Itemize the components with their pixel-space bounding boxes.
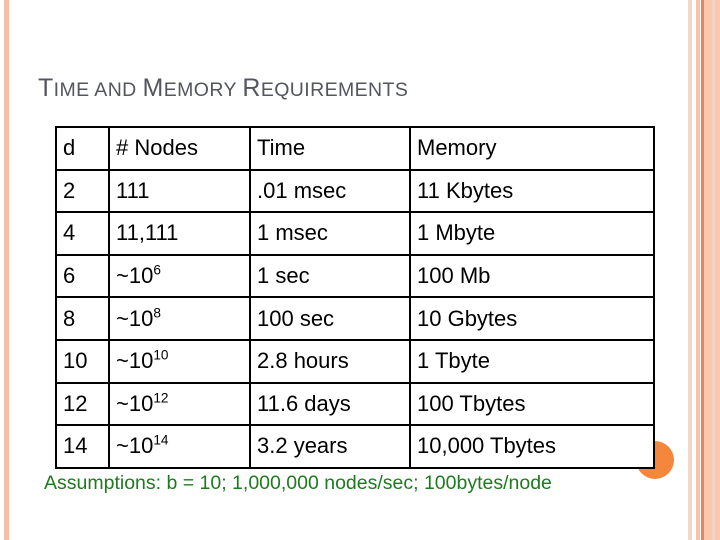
cell-memory: 11 Kbytes: [409, 168, 655, 214]
table-row: 10 ~1010 2.8 hours 1 Tbyte: [55, 338, 655, 384]
cell-node-count: 111: [108, 168, 251, 214]
cell-memory: 1 Mbyte: [409, 211, 655, 256]
exponent: 14: [153, 433, 169, 449]
table-row: 12 ~1012 11.6 days 100 Tbytes: [55, 381, 655, 427]
column-header-memory: Memory: [409, 126, 655, 171]
column-header-time: Time: [249, 126, 411, 171]
table-row: 2 111.01 msec 11 Kbytes: [55, 168, 655, 214]
cell-time: .01 msec: [249, 168, 411, 214]
title-segment-5: R: [242, 74, 261, 102]
title-segment-1: IME: [53, 79, 95, 101]
cell-depth: 8: [55, 296, 110, 341]
cell-node-count: 11,111: [108, 211, 251, 256]
title-segment-2: AND: [94, 79, 143, 101]
column-header-nodes: # Nodes: [108, 126, 251, 171]
table-header-row: d # Nodes Time Memory: [55, 126, 655, 171]
right-edge-stripe-1: [688, 0, 692, 540]
right-edge-stripe-7: [715, 0, 720, 540]
cell-depth: 12: [55, 381, 110, 427]
title-segment-3: M: [142, 74, 164, 102]
cell-memory: 1 Tbyte: [409, 338, 655, 384]
cell-node-count: ~1012: [108, 381, 251, 427]
cell-memory: 100 Mb: [409, 253, 655, 299]
slide-canvas: TIME AND MEMORY REQUIREMENTS d # Nodes Tim…: [0, 0, 720, 540]
cell-depth: 4: [55, 211, 110, 256]
cell-time: 3.2 years: [249, 424, 411, 469]
title-segment-0: T: [38, 74, 54, 102]
table-row: 14 ~1014 3.2 years 10,000 Tbytes: [55, 424, 655, 469]
table-row: 6 ~106 1 sec 100 Mb: [55, 253, 655, 299]
table-row: 8 ~108 100 sec 10 Gbytes: [55, 296, 655, 341]
cell-time: 100 sec: [249, 296, 411, 341]
assumptions-note: Assumptions: b = 10; 1,000,000 nodes/sec…: [44, 472, 552, 494]
column-header-d: d: [55, 126, 110, 171]
cell-depth: 14: [55, 424, 110, 469]
title-segment-6: EQUIREMENTS: [260, 79, 409, 101]
exponent: 8: [153, 305, 161, 321]
cell-memory: 10 Gbytes: [409, 296, 655, 341]
cell-depth: 2: [55, 168, 110, 214]
table-row: 4 11,111 1 msec 1 Mbyte: [55, 211, 655, 256]
exponent: 10: [153, 347, 169, 363]
requirements-table: d # Nodes Time Memory 2 111.01 msec 11 Kbytes 4…: [55, 126, 655, 469]
cell-memory: 10,000 Tbytes: [409, 424, 655, 469]
left-edge-stripe: [4, 0, 9, 540]
cell-time: 2.8 hours: [249, 338, 411, 384]
right-edge-stripe-3: [696, 0, 700, 540]
cell-memory: 100 Tbytes: [409, 381, 655, 427]
title-segment-4: EMORY: [163, 79, 243, 101]
slide-title: TIME AND MEMORY REQUIREMENTS: [38, 74, 408, 103]
cell-depth: 6: [55, 253, 110, 299]
right-edge-stripe-5: [704, 0, 712, 540]
cell-time: 1 msec: [249, 211, 411, 256]
cell-node-count: ~1014: [108, 424, 251, 469]
exponent: 12: [153, 390, 169, 406]
cell-node-count: ~1010: [108, 338, 251, 384]
exponent: 6: [153, 262, 161, 278]
cell-node-count: ~108: [108, 296, 251, 341]
cell-depth: 10: [55, 338, 110, 384]
cell-node-count: ~106: [108, 253, 251, 299]
cell-time: 11.6 days: [249, 381, 411, 427]
cell-time: 1 sec: [249, 253, 411, 299]
